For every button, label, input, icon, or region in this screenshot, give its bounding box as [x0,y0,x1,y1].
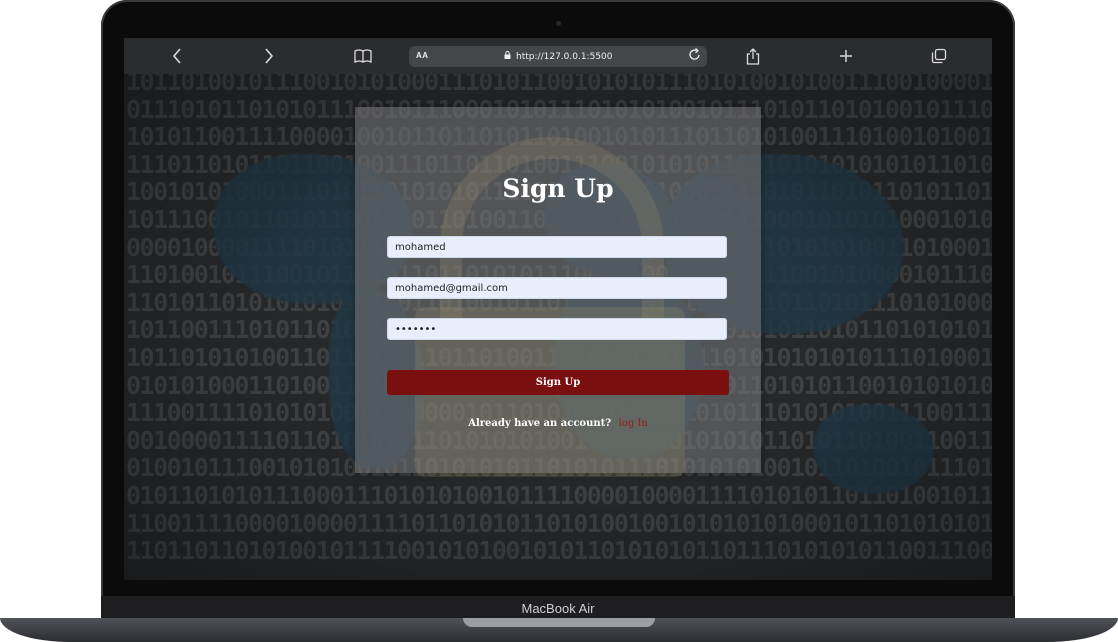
signup-button[interactable]: Sign Up [387,370,729,395]
reload-icon[interactable] [689,48,701,64]
book-icon[interactable] [350,44,376,68]
plus-icon[interactable] [833,44,859,68]
login-prompt: Already have an account? log In [355,418,761,429]
lock-icon [504,51,514,61]
device-label: MacBook Air [521,601,595,616]
laptop-notch [463,618,655,627]
page-background: 1011010010111001010100011101011001010101… [124,74,992,580]
address-bar[interactable]: AA http://127.0.0.1:5500 [409,46,707,67]
username-field[interactable] [387,236,727,258]
signup-card: Sign Up Sign Up Already have an account?… [355,107,761,477]
login-link[interactable]: log In [619,418,648,429]
camera [556,21,561,26]
padlock-graphic [440,137,664,329]
tabs-icon[interactable] [926,44,952,68]
screen: AA http://127.0.0.1:5500 101101001011100… [124,38,992,580]
email-field[interactable] [387,277,727,299]
page-title: Sign Up [502,174,614,203]
password-field[interactable] [387,318,727,340]
chevron-left-icon[interactable] [164,44,190,68]
url-value: http://127.0.0.1:5500 [516,52,613,62]
share-icon[interactable] [740,44,766,68]
chevron-right-icon[interactable] [256,44,282,68]
account-prompt-text: Already have an account? [468,418,612,429]
browser-toolbar: AA http://127.0.0.1:5500 [124,38,992,74]
url-text: http://127.0.0.1:5500 [409,51,707,62]
